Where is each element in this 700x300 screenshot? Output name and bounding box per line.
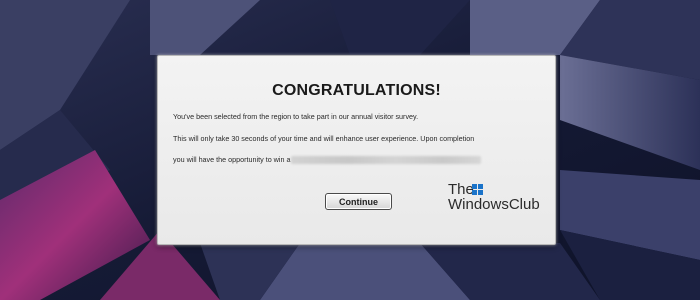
continue-button[interactable]: Continue [325,193,392,210]
windowsclub-watermark: The WindowsClub [448,182,540,212]
watermark-line-1: The [448,181,474,198]
dialog-text-line-1: You've been selected from the region to … [173,112,419,121]
dialog-text-line-3: you will have the opportunity to win a [173,155,482,165]
watermark-line-2: WindowsClub [448,196,540,213]
dialog-text-line-2: This will only take 30 seconds of your t… [173,134,475,143]
survey-scam-dialog: CONGRATULATIONS! You've been selected fr… [157,55,556,245]
windowsclub-logo-icon [472,184,483,195]
blurred-prize-text [291,156,482,165]
dialog-text-line-3-label: you will have the opportunity to win a [173,155,291,164]
dialog-title: CONGRATULATIONS! [272,82,441,99]
